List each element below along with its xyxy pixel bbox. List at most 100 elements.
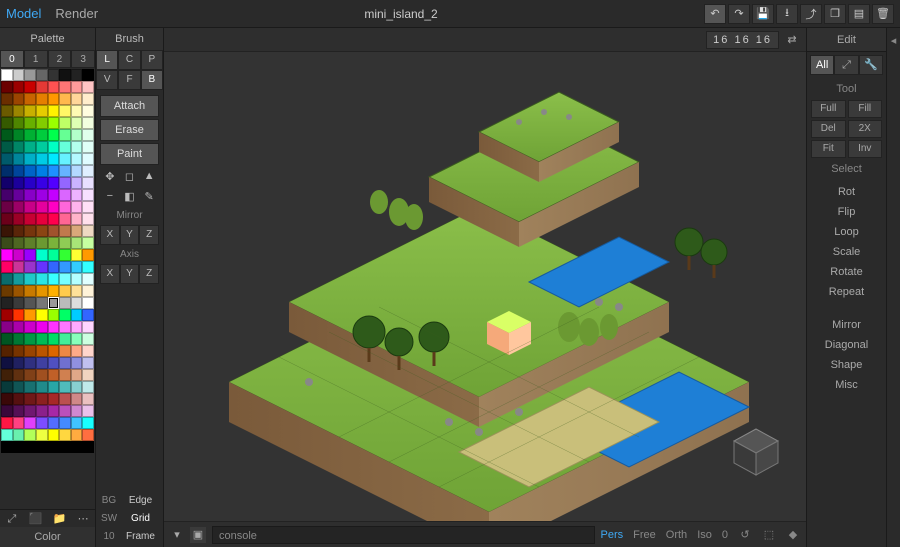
swatch[interactable] — [36, 177, 48, 189]
swatch[interactable] — [71, 117, 83, 129]
swatch[interactable] — [48, 213, 60, 225]
swatch[interactable] — [48, 189, 60, 201]
swatch[interactable] — [1, 189, 13, 201]
swatch[interactable] — [82, 381, 94, 393]
swap-icon[interactable]: ⇄ — [782, 31, 802, 49]
swatch[interactable] — [24, 393, 36, 405]
swatch[interactable] — [48, 177, 60, 189]
view-orth[interactable]: Orth — [666, 529, 687, 541]
swatch[interactable] — [48, 237, 60, 249]
more-icon[interactable]: ⋯ — [71, 510, 95, 527]
swatch[interactable] — [59, 441, 71, 453]
brush-b[interactable]: B — [141, 70, 163, 90]
swatch[interactable] — [36, 237, 48, 249]
swatch[interactable] — [71, 309, 83, 321]
swatch[interactable] — [71, 369, 83, 381]
tab-model[interactable]: Model — [6, 6, 41, 21]
console-toggle-icon[interactable]: ▾ — [170, 528, 184, 542]
swatch[interactable] — [48, 393, 60, 405]
grid-toggle[interactable]: Grid — [120, 513, 161, 524]
swatch[interactable] — [71, 405, 83, 417]
swatch[interactable] — [13, 237, 25, 249]
swatch[interactable] — [1, 417, 13, 429]
redo-icon[interactable]: ↷ — [728, 4, 750, 24]
palette-swatches[interactable] — [0, 68, 95, 509]
swatch[interactable] — [82, 153, 94, 165]
swatch[interactable] — [48, 345, 60, 357]
swatch[interactable] — [71, 393, 83, 405]
palette-tab-2[interactable]: 2 — [48, 50, 72, 68]
swatch[interactable] — [1, 285, 13, 297]
swatch[interactable] — [1, 237, 13, 249]
op-loop[interactable]: Loop — [811, 224, 882, 241]
remove-icon[interactable]: − — [102, 188, 118, 204]
swatch[interactable] — [71, 93, 83, 105]
swatch[interactable] — [13, 213, 25, 225]
swatch[interactable] — [82, 261, 94, 273]
swatch[interactable] — [1, 117, 13, 129]
swatch[interactable] — [1, 369, 13, 381]
swatch[interactable] — [48, 165, 60, 177]
copy-icon[interactable]: ❐ — [824, 4, 846, 24]
swatch[interactable] — [24, 165, 36, 177]
swatch[interactable] — [36, 129, 48, 141]
brush-f[interactable]: F — [118, 70, 140, 90]
swatch[interactable] — [36, 189, 48, 201]
brush-c[interactable]: C — [118, 50, 140, 70]
swatch[interactable] — [1, 201, 13, 213]
swatch[interactable] — [59, 189, 71, 201]
op-repeat[interactable]: Repeat — [811, 284, 882, 301]
swatch[interactable] — [13, 369, 25, 381]
view-iso[interactable]: Iso — [697, 529, 712, 541]
swatch[interactable] — [82, 417, 94, 429]
swatch[interactable] — [24, 177, 36, 189]
folder-icon[interactable]: 📁 — [48, 510, 72, 527]
swatch[interactable] — [36, 381, 48, 393]
swatch[interactable] — [1, 393, 13, 405]
swatch[interactable] — [48, 141, 60, 153]
axis-z[interactable]: Z — [139, 264, 159, 284]
model-dimensions[interactable]: 16 16 16 — [706, 31, 779, 49]
swatch[interactable] — [71, 153, 83, 165]
swatch[interactable] — [13, 129, 25, 141]
view-free[interactable]: Free — [633, 529, 656, 541]
swatch[interactable] — [59, 201, 71, 213]
swatch[interactable] — [48, 441, 60, 453]
brush-v[interactable]: V — [96, 70, 118, 90]
swatch[interactable] — [59, 345, 71, 357]
export-icon[interactable]: ⤴ — [800, 4, 822, 24]
swatch[interactable] — [24, 405, 36, 417]
swatch[interactable] — [36, 297, 48, 309]
swatch[interactable] — [48, 249, 60, 261]
open-icon[interactable]: ⭳ — [776, 4, 798, 24]
eyedropper-icon[interactable]: ⤢ — [0, 510, 24, 527]
op-rot[interactable]: Rot — [811, 184, 882, 201]
swatch[interactable] — [48, 117, 60, 129]
swatch[interactable] — [48, 81, 60, 93]
swatch[interactable] — [48, 201, 60, 213]
swatch[interactable] — [59, 249, 71, 261]
move-icon[interactable]: ✥ — [102, 168, 118, 184]
swatch[interactable] — [59, 417, 71, 429]
swatch[interactable] — [71, 201, 83, 213]
console-input[interactable]: console — [212, 526, 595, 544]
swatch[interactable] — [82, 333, 94, 345]
swatch[interactable] — [24, 429, 36, 441]
swatch[interactable] — [59, 333, 71, 345]
swatch[interactable] — [71, 177, 83, 189]
swatch[interactable] — [71, 357, 83, 369]
tab-render[interactable]: Render — [55, 6, 98, 21]
swatch[interactable] — [1, 69, 13, 81]
swatch[interactable] — [1, 129, 13, 141]
swatch[interactable] — [24, 93, 36, 105]
swatch[interactable] — [24, 345, 36, 357]
swatch[interactable] — [13, 165, 25, 177]
swatch[interactable] — [71, 417, 83, 429]
swatch[interactable] — [82, 297, 94, 309]
swatch[interactable] — [24, 309, 36, 321]
swatch[interactable] — [13, 105, 25, 117]
swatch[interactable] — [82, 441, 94, 453]
swatch[interactable] — [36, 105, 48, 117]
edit-tab-expand-icon[interactable]: ⤢ — [834, 55, 858, 75]
swatch[interactable] — [36, 225, 48, 237]
